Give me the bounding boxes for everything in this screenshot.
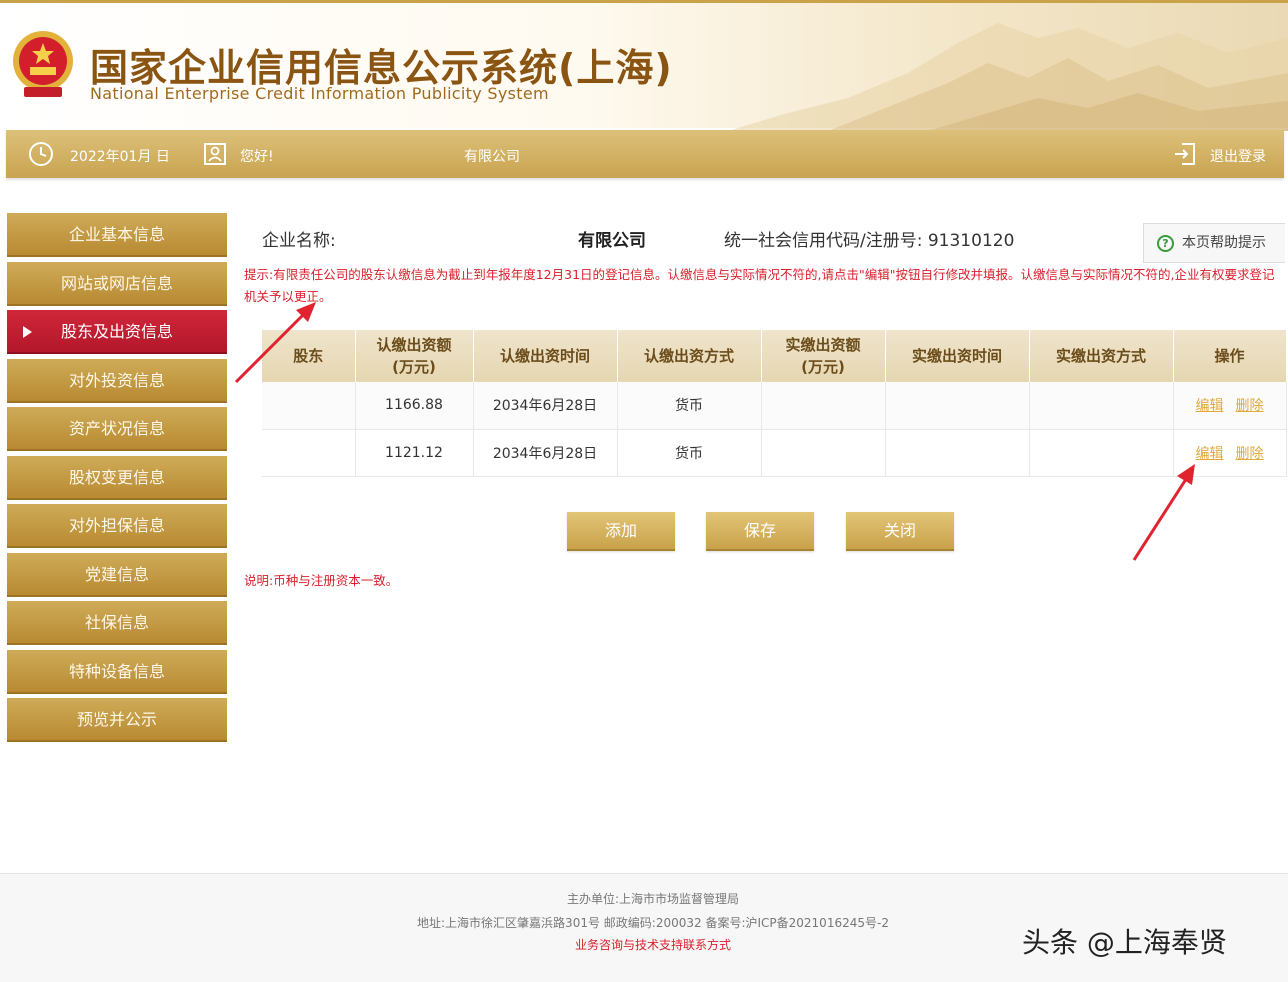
logout-link[interactable]: 退出登录 — [1210, 146, 1266, 166]
cell-paid-amount — [761, 429, 886, 477]
sidebar-item-website-info[interactable]: 网站或网店信息 — [7, 261, 227, 306]
header-operations: 操作 — [1173, 330, 1287, 382]
sidebar-item-basic-info[interactable]: 企业基本信息 — [7, 213, 227, 257]
active-arrow-icon — [23, 326, 32, 338]
close-button[interactable]: 关闭 — [846, 512, 954, 551]
save-button[interactable]: 保存 — [706, 512, 814, 551]
cell-operations: 编辑 删除 — [1173, 429, 1287, 477]
cell-paid-date — [885, 382, 1030, 430]
sidebar-item-assets-info[interactable]: 资产状况信息 — [7, 407, 227, 451]
page-root: 国家企业信用信息公示系统(上海) National Enterprise Cre… — [0, 0, 1288, 982]
header-subscribed-date: 认缴出资时间 — [473, 330, 618, 382]
credit-code: 统一社会信用代码/注册号: 91310120 — [724, 231, 1015, 251]
header-paid-method: 实缴出资方式 — [1029, 330, 1174, 382]
table-row: 1121.12 2034年6月28日 货币 编辑 删除 — [262, 429, 1287, 477]
cell-shareholder — [262, 382, 356, 430]
sidebar-item-social-security[interactable]: 社保信息 — [7, 601, 227, 645]
sidebar-item-shareholder-info[interactable]: 股东及出资信息 — [7, 310, 227, 354]
edit-link[interactable]: 编辑 — [1196, 446, 1224, 462]
user-card-icon — [204, 143, 226, 165]
greeting-text: 您好! — [240, 149, 274, 165]
header-subscribed-amount: 认缴出资额 (万元) — [355, 330, 474, 382]
cell-subscribed-date: 2034年6月28日 — [473, 382, 618, 430]
sidebar-item-equity-change[interactable]: 股权变更信息 — [7, 455, 227, 500]
national-emblem-icon — [13, 31, 73, 97]
help-label: 本页帮助提示 — [1182, 235, 1266, 251]
help-button[interactable]: ? 本页帮助提示 — [1143, 223, 1285, 263]
cell-subscribed-method: 货币 — [617, 382, 762, 430]
sidebar-nav: 企业基本信息 网站或网店信息 股东及出资信息 对外投资信息 资产状况信息 股权变… — [7, 213, 227, 747]
site-subtitle: National Enterprise Credit Information P… — [90, 84, 549, 103]
add-button[interactable]: 添加 — [567, 512, 675, 551]
logout-icon[interactable] — [1172, 141, 1198, 167]
cell-shareholder — [262, 429, 356, 477]
clock-icon — [29, 142, 53, 166]
delete-link[interactable]: 删除 — [1236, 398, 1264, 414]
footer-sponsor: 主办单位:上海市市场监督管理局 — [566, 892, 740, 906]
shareholder-table: 股东 认缴出资额 (万元) 认缴出资时间 认缴出资方式 实缴出资额 (万元) 实… — [262, 330, 1287, 477]
notice-text: 提示:有限责任公司的股东认缴信息为截止到年报年度12月31日的登记信息。认缴信息… — [244, 267, 1275, 304]
watermark-text: 头条 @上海奉贤 — [1022, 926, 1227, 959]
header-shareholder: 股东 — [262, 330, 356, 382]
cell-paid-amount — [761, 382, 886, 430]
sidebar-item-preview-publish[interactable]: 预览并公示 — [7, 698, 227, 742]
table-row: 1166.88 2034年6月28日 货币 编辑 删除 — [262, 382, 1287, 430]
cell-paid-method — [1029, 429, 1174, 477]
sidebar-item-guarantee-info[interactable]: 对外担保信息 — [7, 504, 227, 548]
top-status-bar: 2022年01月 日 您好! 有限公司 退出登录 — [6, 130, 1284, 178]
help-icon: ? — [1157, 235, 1174, 252]
header-paid-amount: 实缴出资额 (万元) — [761, 330, 886, 382]
header-paid-date: 实缴出资时间 — [885, 330, 1030, 382]
delete-link[interactable]: 删除 — [1236, 446, 1264, 462]
company-name-value: 有限公司 — [578, 231, 646, 251]
current-date: 2022年01月 日 — [70, 149, 170, 165]
cell-subscribed-method: 货币 — [617, 429, 762, 477]
sidebar-item-investment-info[interactable]: 对外投资信息 — [7, 358, 227, 403]
site-header: 国家企业信用信息公示系统(上海) National Enterprise Cre… — [0, 0, 1288, 131]
user-company-name: 有限公司 — [464, 149, 520, 165]
cell-paid-date — [885, 429, 1030, 477]
cell-subscribed-amount: 1121.12 — [355, 429, 474, 477]
cell-operations: 编辑 删除 — [1173, 382, 1287, 430]
company-name-label: 企业名称: — [262, 231, 336, 251]
edit-link[interactable]: 编辑 — [1196, 398, 1224, 414]
mountain-background-icon — [728, 23, 1288, 131]
cell-paid-method — [1029, 382, 1174, 430]
sidebar-item-label: 股东及出资信息 — [60, 322, 173, 341]
sidebar-item-party-info[interactable]: 党建信息 — [7, 552, 227, 597]
cell-subscribed-date: 2034年6月28日 — [473, 429, 618, 477]
table-header-row: 股东 认缴出资额 (万元) 认缴出资时间 认缴出资方式 实缴出资额 (万元) 实… — [262, 330, 1287, 382]
explain-text: 说明:币种与注册资本一致。 — [244, 573, 399, 588]
cell-subscribed-amount: 1166.88 — [355, 382, 474, 430]
sidebar-item-special-equipment[interactable]: 特种设备信息 — [7, 649, 227, 694]
header-subscribed-method: 认缴出资方式 — [617, 330, 762, 382]
